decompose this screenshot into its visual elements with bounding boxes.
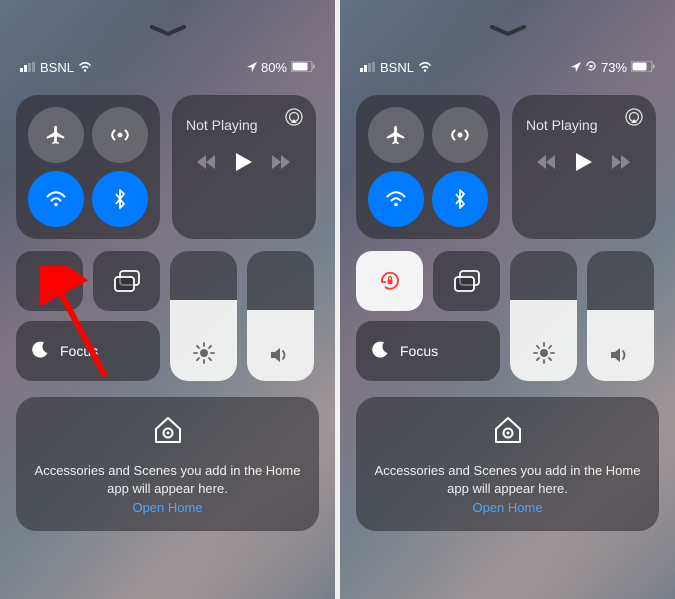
carrier-label: BSNL (40, 60, 74, 75)
focus-button[interactable]: Focus (16, 321, 160, 381)
connectivity-panel[interactable] (356, 95, 500, 239)
moon-icon (370, 340, 390, 363)
brightness-slider[interactable] (170, 251, 237, 381)
wifi-button[interactable] (28, 171, 84, 227)
forward-icon[interactable] (272, 155, 292, 174)
battery-percent: 80% (261, 60, 287, 75)
brightness-icon (193, 342, 215, 369)
wifi-status-icon (418, 60, 432, 75)
status-bar: BSNL 80% (0, 60, 335, 75)
focus-button[interactable]: Focus (356, 321, 500, 381)
location-icon (571, 60, 581, 75)
airplay-icon[interactable] (284, 107, 304, 132)
bluetooth-button[interactable] (432, 171, 488, 227)
focus-label: Focus (60, 343, 98, 359)
brightness-slider[interactable] (510, 251, 577, 381)
signal-icon (360, 60, 376, 75)
home-card[interactable]: Accessories and Scenes you add in the Ho… (356, 397, 659, 531)
cellular-data-button[interactable] (432, 107, 488, 163)
volume-icon (610, 346, 632, 369)
rewind-icon[interactable] (536, 155, 556, 174)
cellular-data-button[interactable] (92, 107, 148, 163)
home-icon (151, 413, 185, 452)
status-bar: BSNL 73% (340, 60, 675, 75)
rewind-icon[interactable] (196, 155, 216, 174)
airplane-mode-button[interactable] (28, 107, 84, 163)
battery-icon (631, 60, 655, 75)
media-panel[interactable]: Not Playing (512, 95, 656, 239)
media-panel[interactable]: Not Playing (172, 95, 316, 239)
phone-screen-1: BSNL 80% (0, 0, 335, 599)
open-home-link[interactable]: Open Home (132, 500, 202, 515)
wifi-status-icon (78, 60, 92, 75)
brightness-icon (533, 342, 555, 369)
home-icon (491, 413, 525, 452)
home-text: Accessories and Scenes you add in the Ho… (372, 462, 643, 498)
phone-screen-2: BSNL 73% (340, 0, 675, 599)
play-icon[interactable] (236, 153, 252, 176)
focus-label: Focus (400, 343, 438, 359)
open-home-link[interactable]: Open Home (472, 500, 542, 515)
connectivity-panel[interactable] (16, 95, 160, 239)
volume-slider[interactable] (587, 251, 654, 381)
bluetooth-button[interactable] (92, 171, 148, 227)
airplane-mode-button[interactable] (368, 107, 424, 163)
collapse-chevron-icon[interactable] (148, 24, 188, 43)
play-icon[interactable] (576, 153, 592, 176)
carrier-label: BSNL (380, 60, 414, 75)
screen-mirroring-button[interactable] (433, 251, 500, 311)
home-text: Accessories and Scenes you add in the Ho… (32, 462, 303, 498)
screen-mirroring-button[interactable] (93, 251, 160, 311)
orientation-lock-button[interactable] (356, 251, 423, 311)
location-icon (247, 60, 257, 75)
signal-icon (20, 60, 36, 75)
volume-icon (270, 346, 292, 369)
airplay-icon[interactable] (624, 107, 644, 132)
battery-percent: 73% (601, 60, 627, 75)
volume-slider[interactable] (247, 251, 314, 381)
forward-icon[interactable] (612, 155, 632, 174)
collapse-chevron-icon[interactable] (488, 24, 528, 43)
orientation-lock-button[interactable] (16, 251, 83, 311)
wifi-button[interactable] (368, 171, 424, 227)
home-card[interactable]: Accessories and Scenes you add in the Ho… (16, 397, 319, 531)
moon-icon (30, 340, 50, 363)
battery-icon (291, 60, 315, 75)
orientation-lock-status-icon (585, 60, 597, 75)
